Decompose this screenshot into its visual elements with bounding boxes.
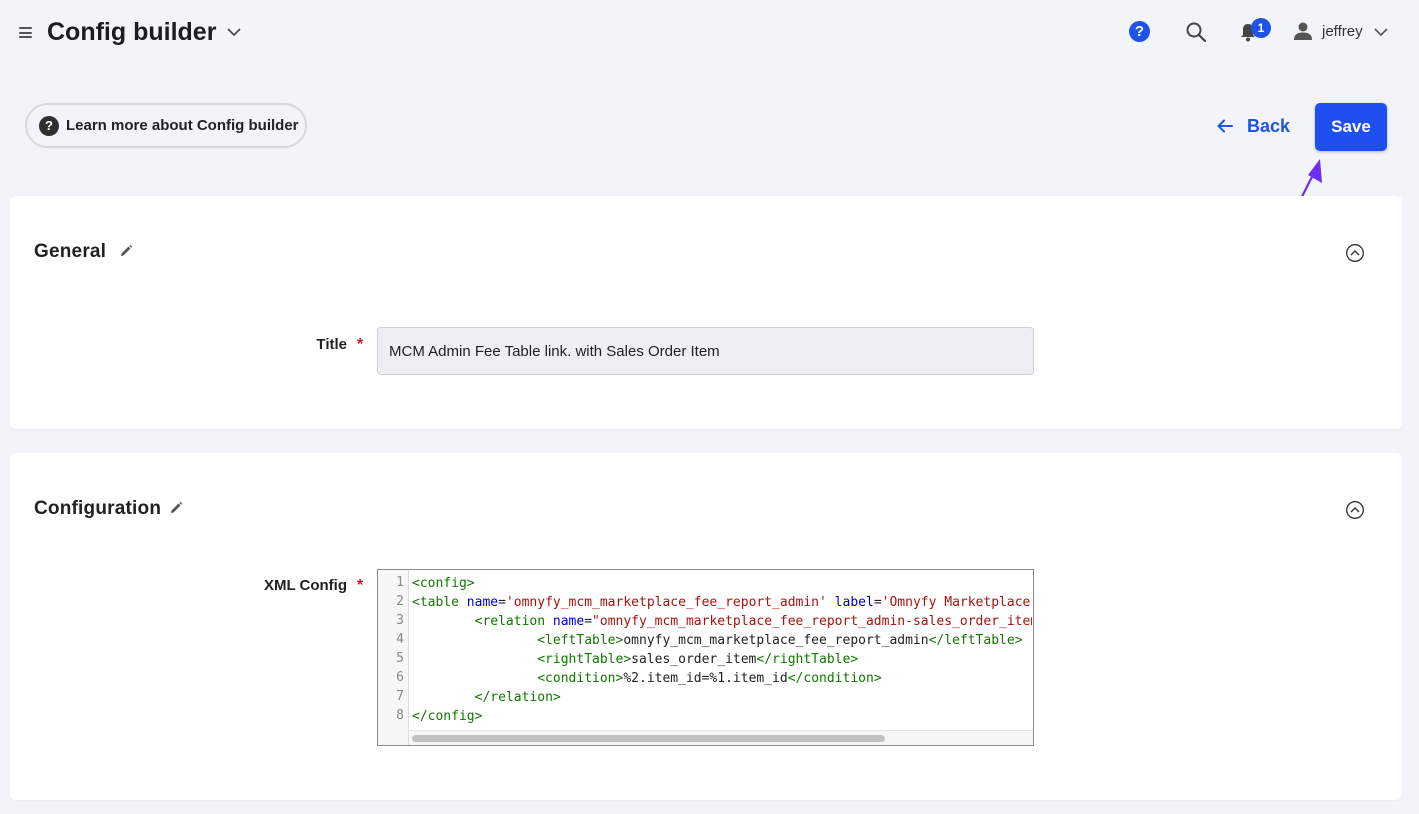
configuration-section: Configuration XML Config * 1 2 3 4 5 6 7… [10,453,1402,800]
configuration-section-title: Configuration [34,498,162,519]
line-number: 5 [396,651,404,666]
user-menu-chevron-icon[interactable] [1373,24,1389,40]
general-section-title: General [34,241,107,262]
title-input[interactable] [377,327,1034,375]
chevron-down-icon[interactable] [226,24,242,40]
line-number: 6 [396,670,404,685]
line-number-gutter: 1 2 3 4 5 6 7 8 [378,570,409,745]
top-bar: Config builder ? 1 jeffrey [0,0,1419,66]
line-number: 3 [396,613,404,628]
required-marker: * [357,336,364,353]
code-line: </relation> [474,690,561,705]
code-line: <config> [412,576,475,591]
xml-config-editor[interactable]: 1 2 3 4 5 6 7 8 <config> <table name='om… [377,569,1034,746]
xml-config-label: XML Config [263,577,347,594]
code-line: <leftTable>omnyfy_mcm_marketplace_fee_re… [537,633,1023,648]
user-name[interactable]: jeffrey [1322,23,1363,40]
back-button[interactable]: Back [1217,113,1290,139]
line-number: 7 [396,689,404,704]
pencil-icon[interactable] [119,244,133,258]
question-icon: ? [39,115,59,136]
line-number: 8 [396,708,404,723]
code-line: <relation name="omnyfy_mcm_marketplace_f… [474,614,1032,629]
horizontal-scrollbar[interactable] [409,730,1033,745]
collapse-up-icon[interactable] [1345,243,1365,263]
code-area[interactable]: <config> <table name='omnyfy_mcm_marketp… [412,574,1032,726]
learn-more-label: Learn more about Config builder [66,117,299,134]
page-title: Config builder [47,18,217,46]
line-number: 2 [396,594,404,609]
code-line: <rightTable>sales_order_item</rightTable… [537,652,859,667]
pencil-icon[interactable] [169,501,183,515]
title-label: Title [316,336,347,353]
line-number: 1 [396,575,404,590]
learn-more-button[interactable]: ? Learn more about Config builder [25,103,307,148]
line-number: 4 [396,632,404,647]
code-line: <condition>%2.item_id=%1.item_id</condit… [537,671,882,686]
scrollbar-thumb[interactable] [412,735,885,742]
user-icon[interactable] [1293,21,1313,41]
general-section: General Title * [10,196,1402,429]
arrow-left-icon [1217,119,1233,133]
required-marker: * [357,577,364,594]
help-icon[interactable]: ? [1129,21,1150,42]
code-line: </config> [412,709,483,724]
collapse-up-icon[interactable] [1345,500,1365,520]
menu-icon[interactable] [19,27,32,38]
search-icon[interactable] [1185,21,1207,43]
notification-badge[interactable]: 1 [1251,18,1271,38]
code-line: <table name='omnyfy_mcm_marketplace_fee_… [412,595,1031,610]
back-label: Back [1247,115,1291,136]
save-button[interactable]: Save [1315,103,1387,151]
